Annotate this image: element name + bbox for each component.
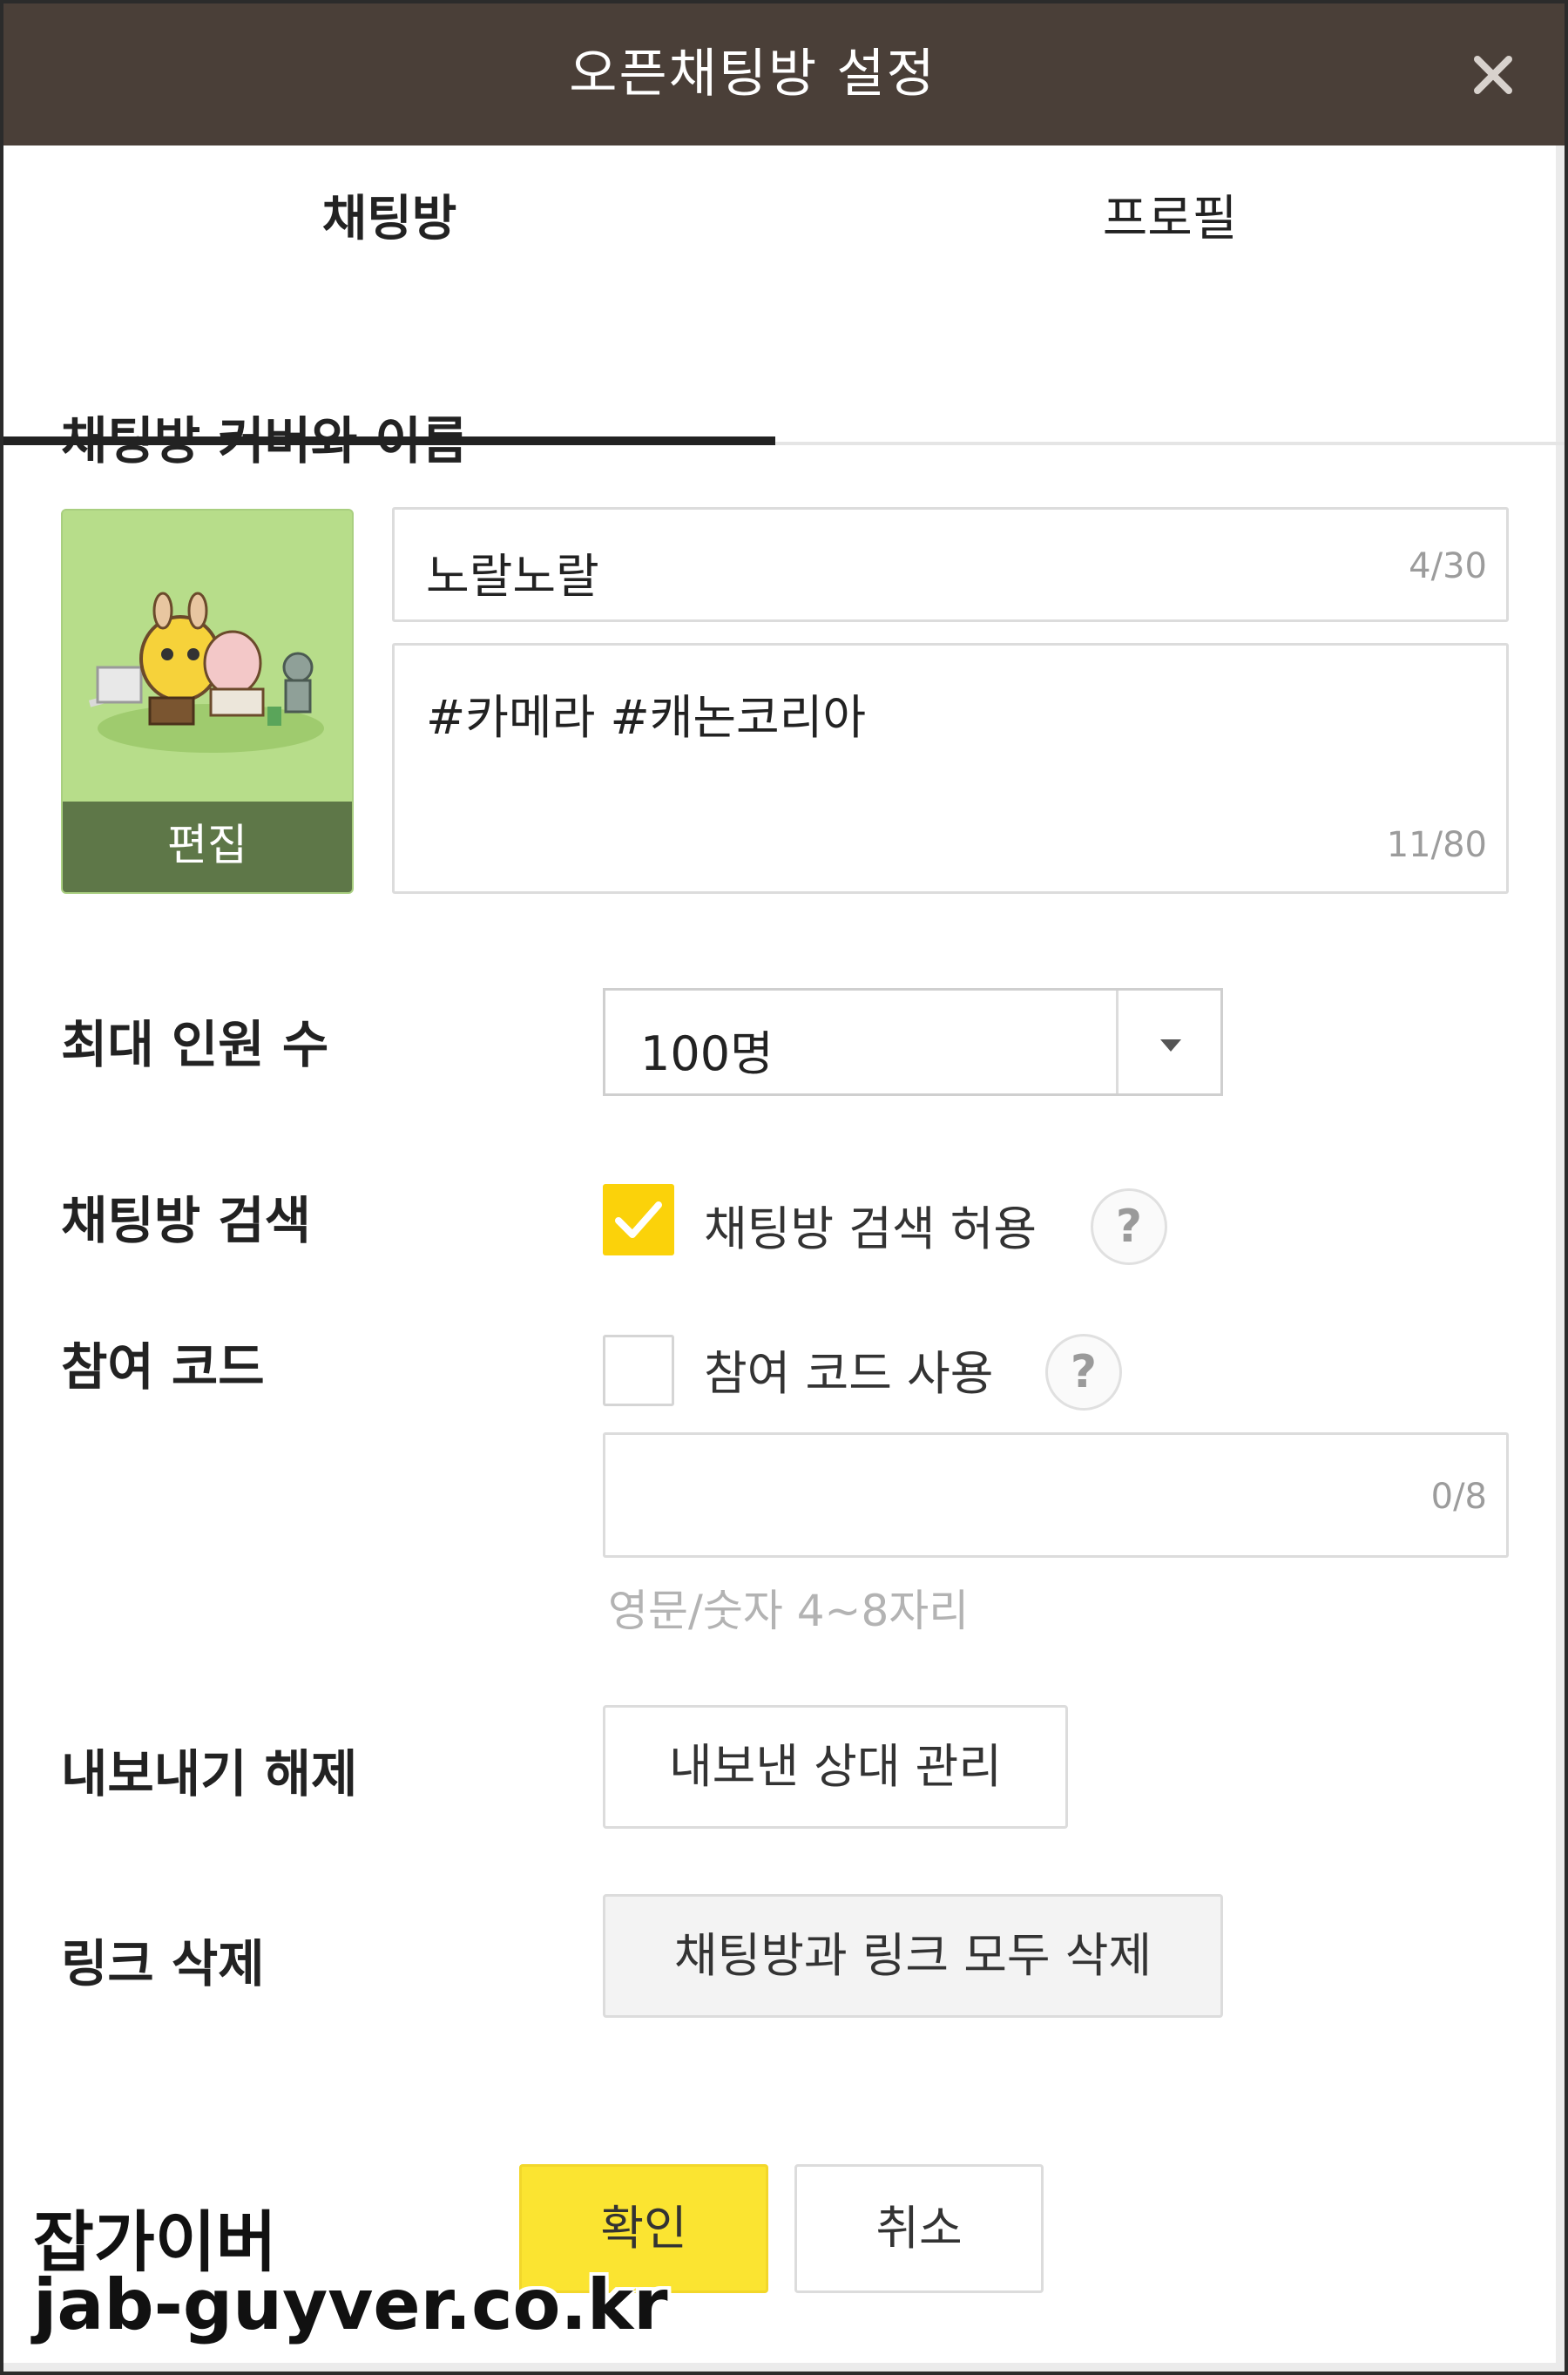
- manage-exported-button[interactable]: 내보낸 상대 관리: [603, 1705, 1068, 1829]
- cancel-button[interactable]: 취소: [794, 2164, 1044, 2293]
- chatroom-name-input[interactable]: 노랄노랄 4/30: [392, 507, 1509, 622]
- settings-dialog: 오픈채팅방 설정 채팅방 프로필 채팅방 커버와 이름 편집 노랄노랄 4/30…: [0, 0, 1568, 2375]
- tab-bar: 채팅방 프로필: [3, 145, 1565, 445]
- max-members-label: 최대 인원 수: [61, 1015, 329, 1074]
- join-code-help-icon[interactable]: ?: [1045, 1334, 1122, 1411]
- join-code-input[interactable]: 0/8: [603, 1432, 1509, 1558]
- watermark-url: jab-guyver.co.kr: [33, 2264, 668, 2345]
- tab-chatroom[interactable]: 채팅방: [3, 145, 775, 306]
- search-label: 채팅방 검색: [61, 1191, 311, 1250]
- title-bar: 오픈채팅방 설정: [3, 3, 1565, 145]
- close-icon[interactable]: [1456, 38, 1530, 112]
- search-help-icon[interactable]: ?: [1091, 1188, 1167, 1265]
- search-allow-label[interactable]: 채팅방 검색 허용: [704, 1190, 1037, 1259]
- select-divider: [1116, 991, 1119, 1093]
- tab-profile[interactable]: 프로필: [775, 145, 1565, 306]
- dialog-title: 오픈채팅방 설정: [569, 44, 936, 105]
- section-title: 채팅방 커버와 이름: [61, 411, 469, 470]
- description-char-counter: 11/80: [1386, 825, 1487, 865]
- chevron-down-icon: [1160, 1039, 1181, 1052]
- join-code-hint: 영문/숫자 4~8자리: [608, 1586, 970, 1636]
- join-code-checkbox-label[interactable]: 참여 코드 사용: [704, 1335, 993, 1404]
- check-icon: [615, 1201, 662, 1238]
- cover-edit-button[interactable]: 편집: [63, 802, 352, 892]
- join-code-char-counter: 0/8: [1430, 1477, 1487, 1517]
- max-members-value: 100명: [640, 1026, 774, 1081]
- max-members-select[interactable]: 100명: [603, 988, 1223, 1096]
- join-code-label: 참여 코드: [61, 1337, 265, 1397]
- search-allow-checkbox[interactable]: [603, 1184, 674, 1255]
- link-delete-label: 링크 삭제: [61, 1934, 265, 1993]
- export-release-label: 내보내기 해제: [61, 1744, 358, 1803]
- delete-chatroom-link-button[interactable]: 채팅방과 링크 모두 삭제: [603, 1894, 1223, 2018]
- cover-illustration: [88, 592, 324, 753]
- chatroom-description-input[interactable]: #카메라 #캐논코리아 11/80: [392, 643, 1509, 894]
- name-char-counter: 4/30: [1409, 546, 1487, 586]
- chatroom-description-value: #카메라 #캐논코리아: [426, 690, 867, 745]
- chatroom-name-value: 노랄노랄: [426, 549, 599, 604]
- cover-image[interactable]: 편집: [61, 509, 354, 894]
- join-code-checkbox[interactable]: [603, 1335, 674, 1406]
